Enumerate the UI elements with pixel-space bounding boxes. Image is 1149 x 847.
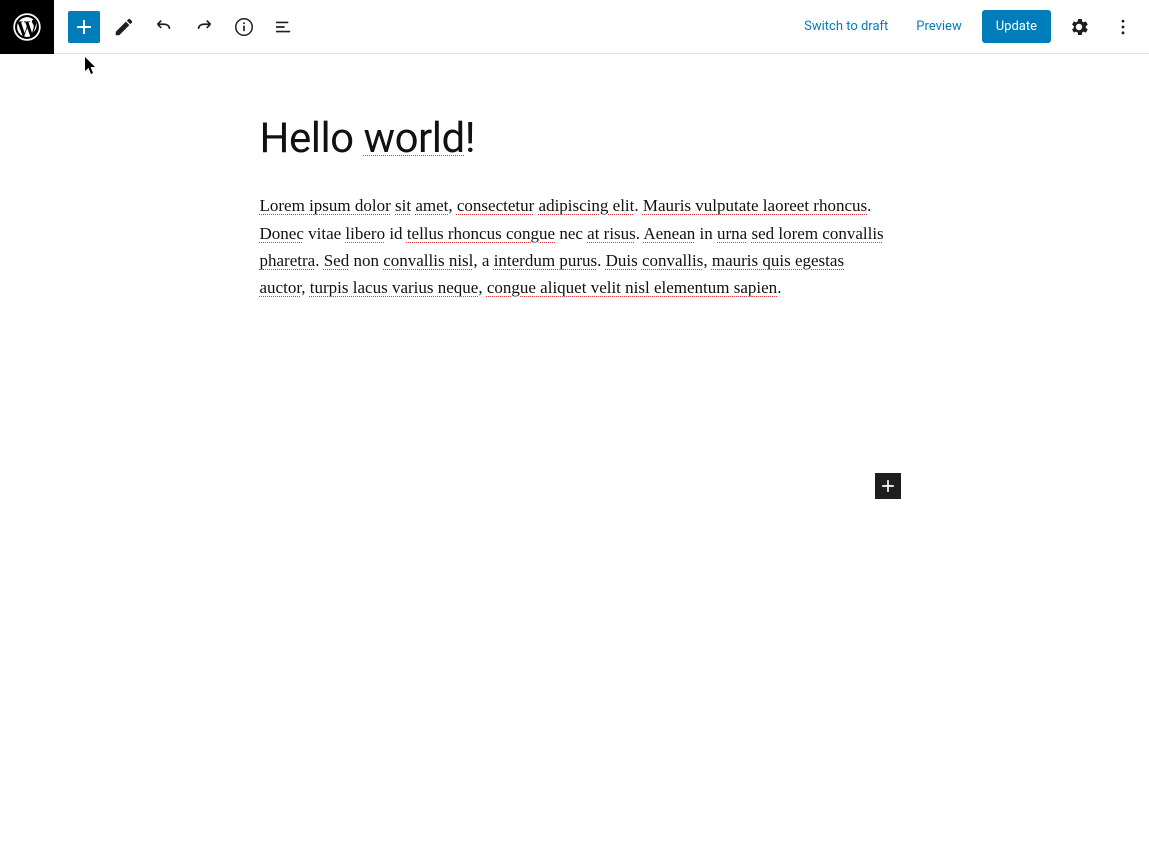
body-text-segment: , <box>448 196 457 215</box>
undo-icon <box>153 16 175 38</box>
body-text-segment: Lorem ipsum dolor <box>260 196 391 215</box>
body-text-segment: in <box>695 224 717 243</box>
plus-icon <box>878 476 898 496</box>
body-text-segment: . <box>315 251 324 270</box>
body-text-segment: . <box>867 196 871 215</box>
body-text-segment: urna <box>717 224 747 243</box>
plus-icon <box>72 15 96 39</box>
post-title[interactable]: Hello world! <box>260 114 890 164</box>
body-text-segment: congue aliquet velit nisl elementum sapi… <box>487 278 777 297</box>
outline-button[interactable] <box>268 11 300 43</box>
body-text-segment: , <box>301 278 310 297</box>
wordpress-logo[interactable] <box>0 0 54 54</box>
undo-button[interactable] <box>148 11 180 43</box>
body-text-segment: at risus <box>587 224 636 243</box>
editor-canvas[interactable]: Hello world! Lorem ipsum dolor sit amet,… <box>0 54 1149 301</box>
toolbar-right-group: Switch to draft Preview Update <box>796 10 1149 43</box>
body-text-segment: . <box>597 251 606 270</box>
body-text-segment: turpis lacus varius neque <box>310 278 479 297</box>
toggle-block-inserter-button[interactable] <box>68 11 100 43</box>
body-text-segment: non <box>349 251 383 270</box>
body-text-segment: amet <box>415 196 448 215</box>
redo-button[interactable] <box>188 11 220 43</box>
body-text-segment: Aenean <box>643 224 695 243</box>
body-text-segment: . <box>777 278 781 297</box>
pencil-icon <box>113 16 135 38</box>
body-text-segment: convallis <box>642 251 703 270</box>
toolbar-left-group <box>54 11 300 43</box>
body-text-segment: Mauris vulputate laoreet rhoncus <box>643 196 867 215</box>
info-icon <box>233 16 255 38</box>
body-text-segment: . <box>634 196 643 215</box>
list-view-icon <box>273 16 295 38</box>
paragraph-block[interactable]: Lorem ipsum dolor sit amet, consectetur … <box>260 192 890 301</box>
gear-icon <box>1068 16 1090 38</box>
body-text-segment: Donec <box>260 224 304 243</box>
title-text-suffix: ! <box>465 114 475 163</box>
post-content: Hello world! Lorem ipsum dolor sit amet,… <box>250 114 900 301</box>
body-text-segment: vitae <box>304 224 346 243</box>
body-text-segment: id <box>385 224 407 243</box>
body-text-segment: tellus rhoncus congue <box>407 224 555 243</box>
redo-icon <box>193 16 215 38</box>
body-text-segment: , <box>703 251 712 270</box>
wordpress-icon <box>13 13 41 41</box>
body-text-segment: consectetur <box>457 196 534 215</box>
body-text-segment: adipiscing elit <box>539 196 635 215</box>
body-text-segment: Duis <box>606 251 638 270</box>
body-text-segment: nec <box>555 224 587 243</box>
title-text-spell: world <box>364 114 465 163</box>
tools-button[interactable] <box>108 11 140 43</box>
body-text-segment: , <box>478 278 487 297</box>
body-text-segment: interdum purus <box>494 251 597 270</box>
options-button[interactable] <box>1107 11 1139 43</box>
more-vertical-icon <box>1113 17 1133 37</box>
body-text-segment: Sed <box>324 251 350 270</box>
body-text-segment: libero <box>345 224 385 243</box>
switch-to-draft-button[interactable]: Switch to draft <box>796 13 896 40</box>
body-text-segment: convallis nisl <box>383 251 473 270</box>
preview-button[interactable]: Preview <box>908 13 969 40</box>
editor-top-toolbar: Switch to draft Preview Update <box>0 0 1149 54</box>
details-button[interactable] <box>228 11 260 43</box>
add-block-button[interactable] <box>875 473 901 499</box>
settings-button[interactable] <box>1063 11 1095 43</box>
body-text-segment: sit <box>395 196 411 215</box>
title-text-prefix: Hello <box>260 114 364 163</box>
body-text-segment: , a <box>473 251 493 270</box>
update-button[interactable]: Update <box>982 10 1051 43</box>
